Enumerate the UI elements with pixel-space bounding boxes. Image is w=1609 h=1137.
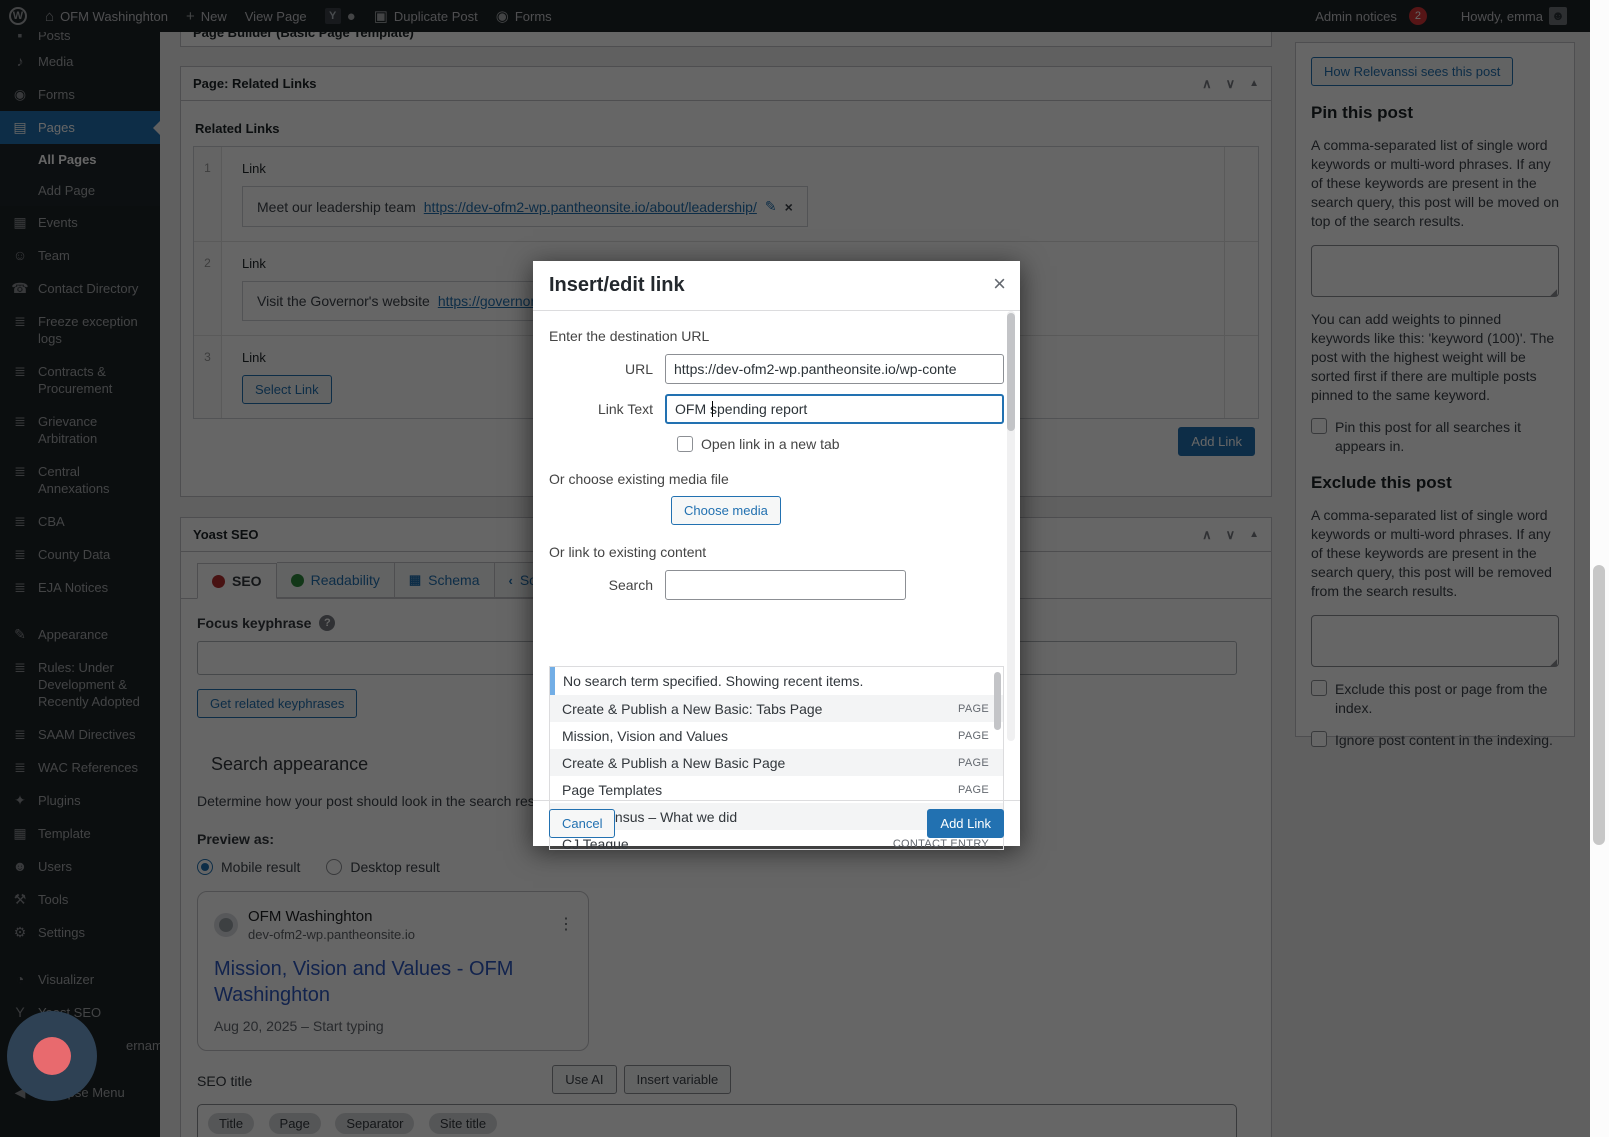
checkbox-label: Open link in a new tab (701, 436, 840, 452)
text-caret (712, 401, 713, 417)
open-new-tab-option[interactable]: Open link in a new tab (677, 436, 1004, 452)
add-link-button[interactable]: Add Link (927, 809, 1004, 838)
link-text-input[interactable] (665, 394, 1004, 424)
cancel-button[interactable]: Cancel (549, 809, 616, 838)
list-scrollbar-thumb[interactable] (994, 672, 1001, 730)
item-title: Create & Publish a New Basic: Tabs Page (562, 700, 823, 717)
url-field-label: URL (624, 361, 653, 377)
search-input[interactable] (665, 570, 906, 600)
browser-scrollbar-track[interactable] (1590, 0, 1609, 1137)
item-title: Page Templates (562, 781, 663, 798)
close-icon[interactable]: × (993, 271, 1006, 297)
checkbox-icon[interactable] (677, 436, 693, 452)
list-item[interactable]: Create & Publish a New Basic Page PAGE (550, 749, 1003, 776)
destination-url-label: Enter the destination URL (549, 328, 710, 344)
link-existing-heading: Or link to existing content (549, 544, 707, 560)
insert-edit-link-modal: Insert/edit link × Enter the destination… (533, 261, 1020, 850)
wordpress-admin-screen: W ⌂ OFM Washinghton + New View Page Y ● … (0, 0, 1609, 1137)
screen-recording-indicator (7, 1011, 97, 1101)
browser-scrollbar-thumb[interactable] (1593, 565, 1605, 845)
item-type-badge: PAGE (958, 756, 989, 769)
item-type-badge: PAGE (958, 729, 989, 742)
list-item[interactable]: Page Templates PAGE (550, 776, 1003, 803)
modal-title: Insert/edit link (549, 274, 685, 296)
item-title: Mission, Vision and Values (562, 727, 729, 744)
list-info-row: No search term specified. Showing recent… (550, 667, 1003, 695)
item-type-badge: PAGE (958, 783, 989, 796)
choose-media-button[interactable]: Choose media (671, 496, 781, 525)
list-item[interactable]: Mission, Vision and Values PAGE (550, 722, 1003, 749)
item-type-badge: PAGE (958, 702, 989, 715)
search-field-label: Search (608, 577, 653, 593)
modal-scrollbar-thumb[interactable] (1007, 313, 1015, 431)
url-input[interactable] (665, 354, 1004, 384)
link-text-field-label: Link Text (598, 401, 653, 417)
item-title: Create & Publish a New Basic Page (562, 754, 786, 771)
choose-media-heading: Or choose existing media file (549, 471, 729, 487)
list-item[interactable]: Create & Publish a New Basic: Tabs Page … (550, 695, 1003, 722)
